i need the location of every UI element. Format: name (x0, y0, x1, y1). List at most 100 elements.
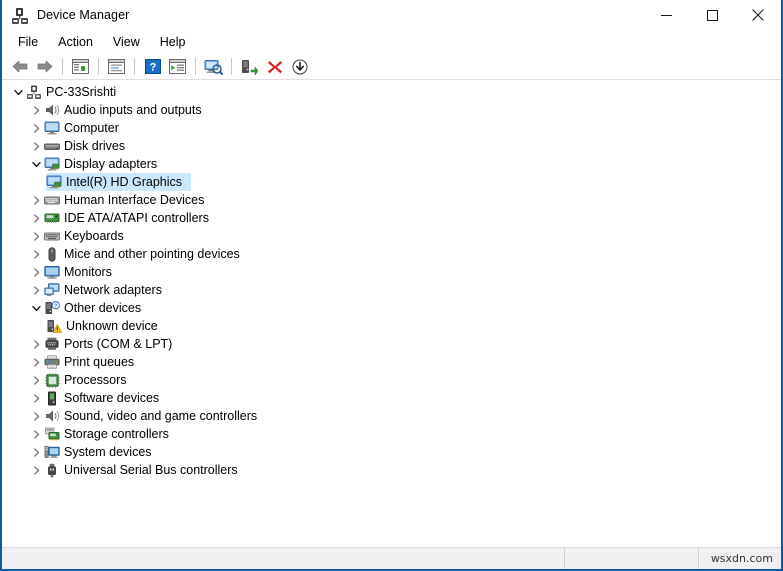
tree-node-human-interface-devices[interactable]: Human Interface Devices (2, 191, 781, 209)
chevron-right-icon[interactable] (28, 353, 44, 371)
status-main-pane (2, 548, 564, 569)
tree-node-software-devices[interactable]: Software devices (2, 389, 781, 407)
tree-node-label: Network adapters (64, 283, 162, 297)
tree-node-label: Universal Serial Bus controllers (64, 463, 238, 477)
unknown-device-warning-icon (46, 318, 62, 334)
tree-node-label: Print queues (64, 355, 135, 369)
tree-node-computer[interactable]: Computer (2, 119, 781, 137)
show-hide-console-tree-button[interactable] (68, 55, 93, 78)
tree-node-display-adapters[interactable]: Display adapters (2, 155, 781, 173)
chevron-right-icon[interactable] (28, 101, 44, 119)
chevron-right-icon[interactable] (28, 389, 44, 407)
tree-node-audio-inputs-and-outputs[interactable]: Audio inputs and outputs (2, 101, 781, 119)
network-adapter-icon (44, 282, 60, 298)
tree-node-ports-com-lpt[interactable]: Ports (COM & LPT) (2, 335, 781, 353)
processor-icon (44, 372, 60, 388)
tree-node-disk-drives[interactable]: Disk drives (2, 137, 781, 155)
chevron-right-icon[interactable] (28, 119, 44, 137)
device-tree[interactable]: PC-33Srishti Audio inputs and outputs Co… (2, 80, 781, 547)
tree-node-label: IDE ATA/ATAPI controllers (64, 211, 209, 225)
tree-node-label: Sound, video and game controllers (64, 409, 258, 423)
chevron-right-icon[interactable] (28, 191, 44, 209)
chevron-right-icon[interactable] (28, 227, 44, 245)
chevron-right-icon[interactable] (28, 371, 44, 389)
disable-device-icon (291, 58, 308, 75)
tree-node-label: Ports (COM & LPT) (64, 337, 173, 351)
tree-node-label: System devices (64, 445, 152, 459)
menu-file[interactable]: File (8, 32, 48, 53)
tree-node-universal-serial-bus-controllers[interactable]: Universal Serial Bus controllers (2, 461, 781, 479)
toolbar-separator (231, 58, 232, 75)
update-driver-icon (242, 59, 258, 75)
chevron-right-icon[interactable] (28, 335, 44, 353)
chevron-right-icon[interactable] (28, 425, 44, 443)
update-driver-button[interactable] (237, 55, 262, 78)
tree-node-pc-33srishti[interactable]: PC-33Srishti (2, 83, 781, 101)
keyboard-icon (44, 228, 60, 244)
tree-node-other-devices[interactable]: ? Other devices (2, 299, 781, 317)
chevron-right-icon[interactable] (28, 407, 44, 425)
monitor-icon (44, 264, 60, 280)
chevron-right-icon[interactable] (28, 209, 44, 227)
chevron-down-icon[interactable] (28, 155, 44, 173)
menu-view[interactable]: View (103, 32, 150, 53)
help-button[interactable]: ? (140, 55, 165, 78)
menu-action[interactable]: Action (48, 32, 103, 53)
close-button[interactable] (735, 0, 781, 30)
chevron-right-icon[interactable] (28, 281, 44, 299)
status-secondary-pane (564, 548, 698, 569)
chevron-down-icon[interactable] (28, 299, 44, 317)
scan-for-hardware-changes-icon (204, 59, 223, 75)
tree-node-system-devices[interactable]: System devices (2, 443, 781, 461)
system-device-icon (44, 444, 60, 460)
title-bar: Device Manager (2, 0, 781, 30)
show-hide-action-pane-button[interactable] (165, 55, 190, 78)
scan-for-hardware-changes-button[interactable] (201, 55, 226, 78)
tree-node-mice-and-other-pointing-devices[interactable]: Mice and other pointing devices (2, 245, 781, 263)
tree-node-label: Intel(R) HD Graphics (66, 175, 182, 189)
tree-node-label: Mice and other pointing devices (64, 247, 240, 261)
show-hide-action-pane-icon (169, 59, 186, 74)
disk-drive-icon (44, 138, 60, 154)
maximize-button[interactable] (689, 0, 735, 30)
chevron-right-icon[interactable] (28, 263, 44, 281)
disable-device-button[interactable] (287, 55, 312, 78)
back-button[interactable] (7, 55, 32, 78)
display-adapter-icon (46, 174, 62, 190)
computer-root-icon (26, 84, 42, 100)
chevron-right-icon[interactable] (28, 245, 44, 263)
tree-node-label: PC-33Srishti (46, 85, 117, 99)
properties-icon (108, 59, 125, 74)
chevron-right-icon[interactable] (28, 461, 44, 479)
tree-node-label: Processors (64, 373, 127, 387)
mouse-icon (44, 246, 60, 262)
minimize-button[interactable] (643, 0, 689, 30)
speaker-icon (44, 102, 60, 118)
tree-node-label: Computer (64, 121, 119, 135)
chevron-right-icon[interactable] (28, 137, 44, 155)
close-icon (752, 9, 764, 21)
chevron-down-icon[interactable] (10, 83, 26, 101)
printer-icon (44, 354, 60, 370)
usb-icon (44, 462, 60, 478)
help-icon: ? (144, 59, 161, 74)
menu-help[interactable]: Help (150, 32, 196, 53)
tree-node-sound-video-and-game-controllers[interactable]: Sound, video and game controllers (2, 407, 781, 425)
tree-node-processors[interactable]: Processors (2, 371, 781, 389)
tree-node-keyboards[interactable]: Keyboards (2, 227, 781, 245)
tree-node-monitors[interactable]: Monitors (2, 263, 781, 281)
tree-node-network-adapters[interactable]: Network adapters (2, 281, 781, 299)
status-watermark: wsxdn.com (698, 548, 781, 569)
uninstall-device-button[interactable] (262, 55, 287, 78)
tree-node-print-queues[interactable]: Print queues (2, 353, 781, 371)
tree-node-ide-ata-atapi-controllers[interactable]: IDE ATA/ATAPI controllers (2, 209, 781, 227)
properties-button[interactable] (104, 55, 129, 78)
forward-button[interactable] (32, 55, 57, 78)
tree-node-intel-hd-graphics[interactable]: Intel(R) HD Graphics (2, 173, 781, 191)
tree-node-storage-controllers[interactable]: Storage controllers (2, 425, 781, 443)
window-title: Device Manager (37, 8, 130, 22)
tree-node-label: Unknown device (66, 319, 158, 333)
toolbar: ? (2, 54, 781, 80)
chevron-right-icon[interactable] (28, 443, 44, 461)
tree-node-unknown-device[interactable]: Unknown device (2, 317, 781, 335)
